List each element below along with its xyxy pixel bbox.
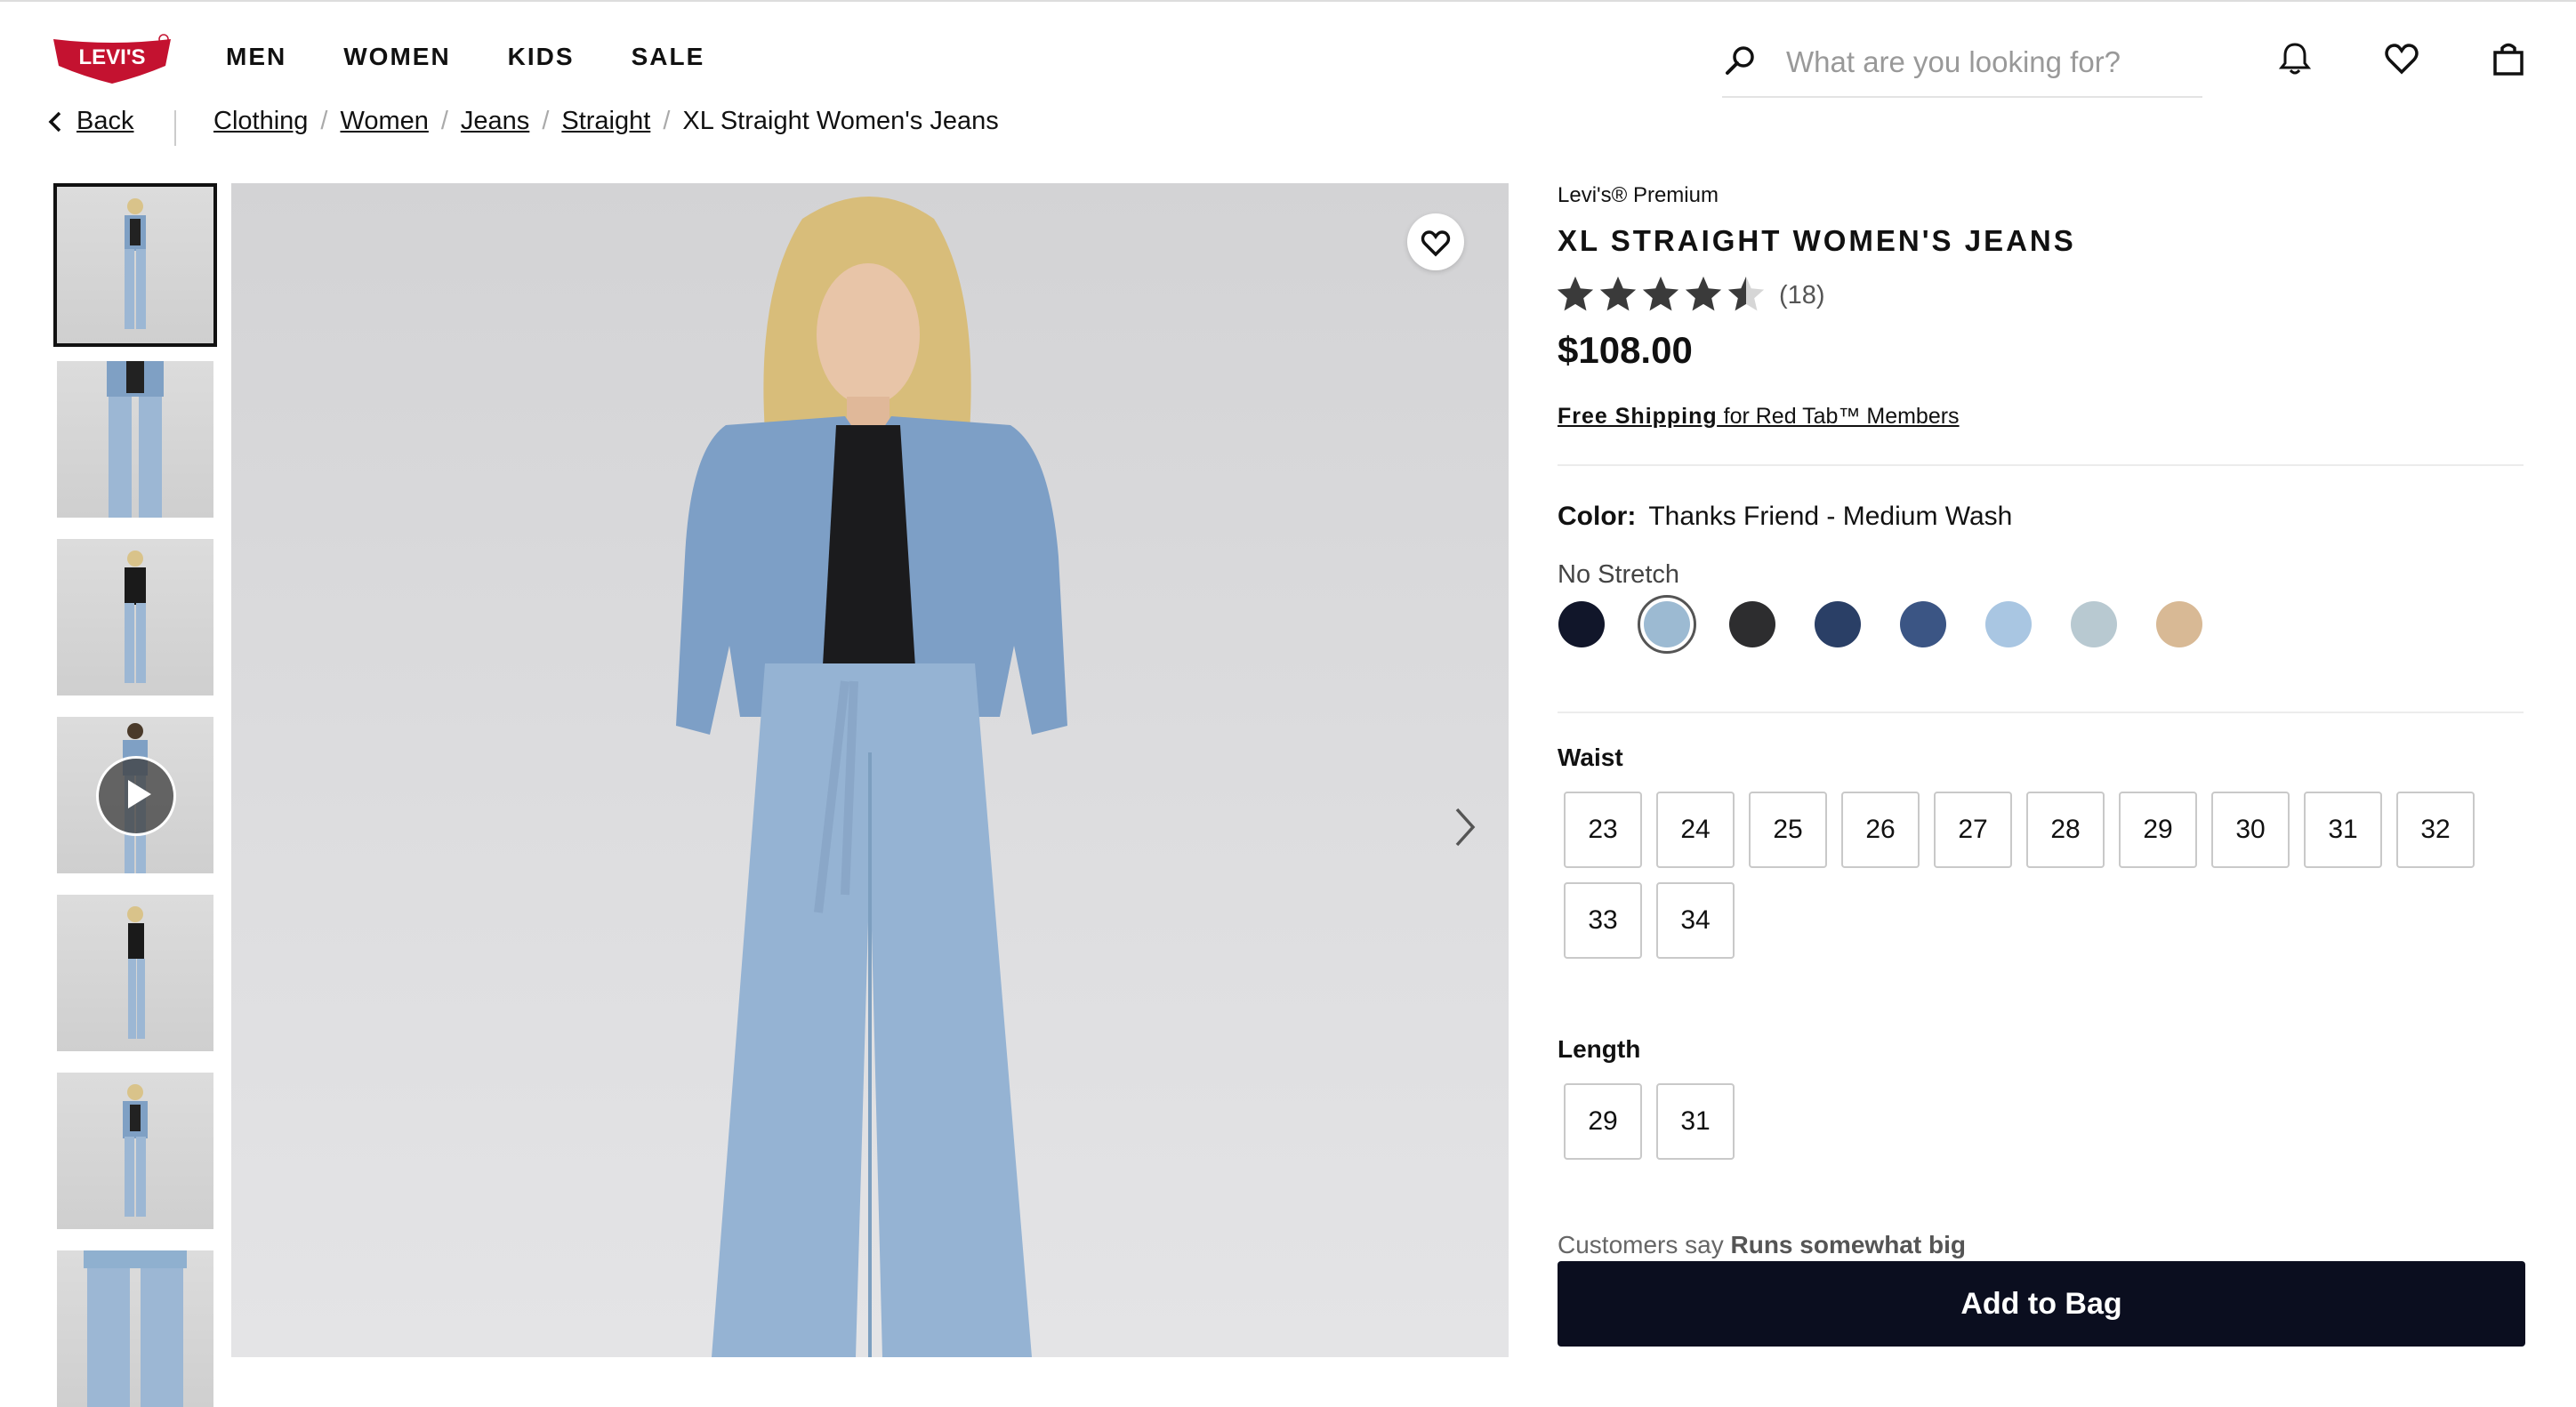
rating-stars[interactable] (1555, 274, 1767, 315)
thumbnail-6[interactable] (57, 1073, 213, 1229)
color-swatch[interactable] (1985, 601, 2032, 647)
color-swatch[interactable] (2071, 601, 2117, 647)
nav-men[interactable]: MEN (226, 43, 286, 71)
waist-size-28[interactable]: 28 (2026, 792, 2105, 868)
waist-size-25[interactable]: 25 (1749, 792, 1827, 868)
breadcrumb-separator: / (320, 107, 328, 135)
shipping-rest: for Red Tab™ Members (1717, 404, 1960, 429)
star-icon (1685, 276, 1722, 311)
color-swatch[interactable] (1815, 601, 1861, 647)
breadcrumb-current: XL Straight Women's Jeans (682, 107, 999, 135)
chevron-left-icon (48, 111, 61, 132)
product-price: $108.00 (1558, 329, 1693, 371)
fit-feedback-value: Runs somewhat big (1730, 1231, 1966, 1258)
color-label: Color: (1558, 502, 1637, 531)
color-row: Color: Thanks Friend - Medium Wash (1558, 502, 2012, 532)
color-swatch[interactable] (1638, 595, 1696, 654)
breadcrumb-clothing[interactable]: Clothing (213, 107, 308, 136)
breadcrumb: Clothing / Women / Jeans / Straight / XL… (213, 107, 999, 136)
waist-size-34[interactable]: 34 (1656, 882, 1735, 959)
review-count[interactable]: (18) (1779, 281, 1825, 310)
heart-icon (1421, 230, 1451, 257)
thumbnail-1[interactable] (53, 183, 217, 347)
wishlist-heart-icon[interactable] (2384, 41, 2419, 76)
model-figure (125, 198, 146, 329)
waist-size-options: 23 24 25 26 27 28 29 30 31 32 33 34 (1564, 792, 2507, 959)
length-label: Length (1558, 1035, 1641, 1063)
length-size-options: 29 31 (1564, 1083, 2507, 1160)
fit-feedback: Customers say Runs somewhat big (1558, 1231, 1966, 1259)
color-swatch[interactable] (1558, 601, 1605, 647)
length-size-31[interactable]: 31 (1656, 1083, 1735, 1160)
shipping-info-link[interactable]: Free Shipping for Red Tab™ Members (1558, 404, 1960, 430)
divider (1558, 464, 2524, 466)
star-icon (1599, 276, 1637, 311)
length-size-29[interactable]: 29 (1564, 1083, 1642, 1160)
waist-size-31[interactable]: 31 (2304, 792, 2382, 868)
main-nav: MEN WOMEN KIDS SALE (226, 43, 704, 71)
waist-size-24[interactable]: 24 (1656, 792, 1735, 868)
waist-size-27[interactable]: 27 (1934, 792, 2012, 868)
logo-text: LEVI'S (78, 45, 145, 69)
site-header: LEVI'S MEN WOMEN KIDS SALE (0, 0, 2576, 101)
model-illustration (676, 197, 1067, 1357)
product-title: XL STRAIGHT WOMEN'S JEANS (1558, 224, 2076, 257)
breadcrumb-separator: / (542, 107, 550, 135)
waist-size-23[interactable]: 23 (1564, 792, 1642, 868)
divider (1558, 712, 2524, 713)
play-icon[interactable] (96, 756, 176, 836)
fit-feedback-prefix: Customers say (1558, 1231, 1731, 1258)
divider (174, 110, 176, 146)
breadcrumb-separator: / (440, 107, 448, 135)
color-swatch[interactable] (1900, 601, 1946, 647)
color-value: Thanks Friend - Medium Wash (1648, 502, 2013, 531)
stretch-label: No Stretch (1558, 560, 1679, 589)
search-input[interactable] (1784, 39, 2197, 85)
search-bar (1722, 34, 2202, 98)
waist-size-26[interactable]: 26 (1841, 792, 1920, 868)
star-icon (1557, 276, 1594, 311)
color-swatch[interactable] (2156, 601, 2202, 647)
color-swatch[interactable] (1729, 601, 1775, 647)
waist-size-29[interactable]: 29 (2119, 792, 2197, 868)
bell-icon[interactable] (2277, 41, 2313, 76)
breadcrumb-jeans[interactable]: Jeans (461, 107, 529, 136)
search-icon[interactable] (1722, 43, 1758, 78)
levis-logo[interactable]: LEVI'S (52, 34, 173, 85)
thumbnail-7[interactable] (57, 1250, 213, 1407)
shipping-bold: Free Shipping (1558, 404, 1718, 429)
thumbnail-2[interactable] (57, 361, 213, 518)
next-image-arrow-icon[interactable] (1446, 800, 1482, 854)
thumbnail-5[interactable] (57, 895, 213, 1051)
shopping-bag-icon[interactable] (2491, 41, 2526, 76)
waist-label: Waist (1558, 744, 1623, 771)
main-product-image[interactable] (231, 183, 1509, 1357)
nav-sale[interactable]: SALE (632, 43, 705, 71)
thumbnail-3[interactable] (57, 539, 213, 695)
nav-women[interactable]: WOMEN (343, 43, 450, 71)
color-swatches (1558, 595, 2202, 654)
add-to-bag-button[interactable]: Add to Bag (1558, 1261, 2525, 1347)
waist-size-32[interactable]: 32 (2396, 792, 2475, 868)
breadcrumb-straight[interactable]: Straight (561, 107, 650, 136)
nav-kids[interactable]: KIDS (508, 43, 575, 71)
favorite-button[interactable] (1407, 213, 1464, 270)
back-link[interactable]: Back (46, 107, 133, 136)
waist-size-30[interactable]: 30 (2211, 792, 2290, 868)
breadcrumb-women[interactable]: Women (340, 107, 428, 136)
product-brand: Levi's® Premium (1558, 183, 1719, 207)
star-icon (1727, 276, 1765, 311)
back-label: Back (76, 107, 134, 135)
star-icon (1642, 276, 1679, 311)
thumbnail-4-video[interactable] (57, 717, 213, 873)
breadcrumb-separator: / (663, 107, 671, 135)
waist-size-33[interactable]: 33 (1564, 882, 1642, 959)
